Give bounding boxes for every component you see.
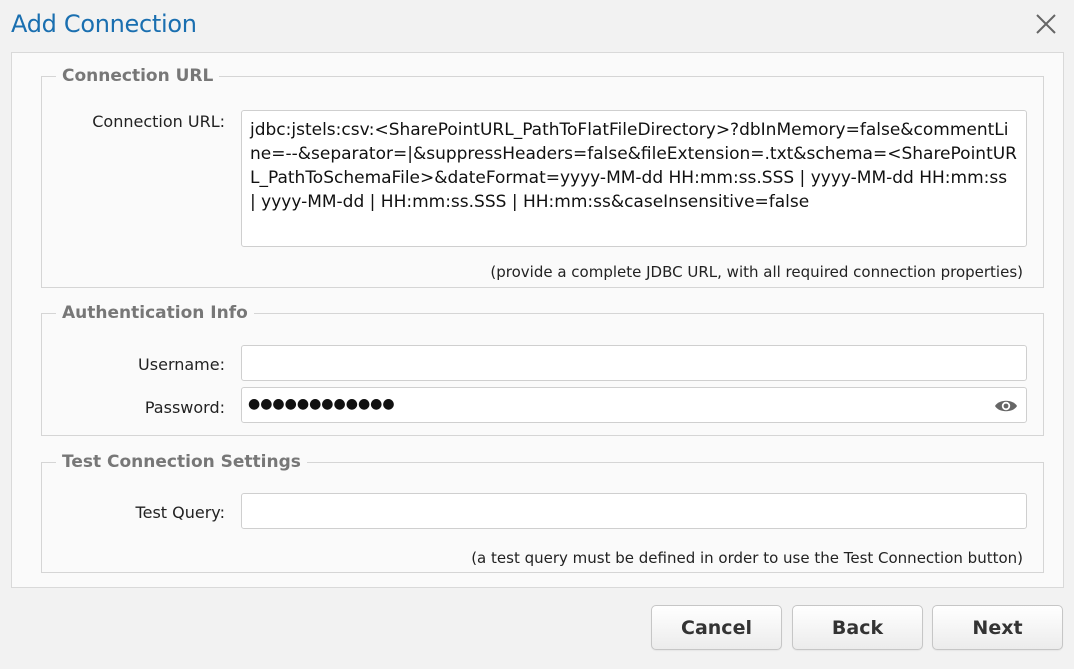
connection-url-label: Connection URL: bbox=[92, 112, 225, 131]
test-query-hint: (a test query must be defined in order t… bbox=[471, 549, 1023, 567]
test-connection-legend: Test Connection Settings bbox=[62, 452, 301, 472]
username-field[interactable] bbox=[241, 345, 1027, 381]
back-button[interactable]: Back bbox=[792, 605, 923, 650]
password-label: Password: bbox=[144, 398, 225, 417]
authentication-section: Authentication Info Username: Password: … bbox=[41, 303, 1044, 436]
eye-icon[interactable] bbox=[994, 397, 1018, 415]
connection-url-section: Connection URL Connection URL: jdbc:jste… bbox=[41, 66, 1044, 288]
username-label: Username: bbox=[138, 355, 225, 374]
connection-url-hint: (provide a complete JDBC URL, with all r… bbox=[490, 263, 1023, 281]
test-connection-section: Test Connection Settings Test Query: (a … bbox=[41, 452, 1044, 573]
password-field[interactable]: ●●●●●●●●●●●● bbox=[241, 387, 1027, 423]
connection-form-panel: Connection URL Connection URL: jdbc:jste… bbox=[11, 52, 1064, 588]
test-query-label: Test Query: bbox=[135, 503, 225, 522]
next-button[interactable]: Next bbox=[932, 605, 1063, 650]
test-query-field[interactable] bbox=[241, 493, 1027, 529]
authentication-legend: Authentication Info bbox=[62, 303, 248, 323]
password-mask: ●●●●●●●●●●●● bbox=[248, 396, 395, 412]
dialog-title: Add Connection bbox=[11, 10, 197, 38]
add-connection-dialog: Add Connection Connection URL Connection… bbox=[0, 0, 1074, 669]
close-icon[interactable] bbox=[1034, 12, 1058, 36]
connection-url-textarea[interactable]: jdbc:jstels:csv:<SharePointURL_PathToFla… bbox=[241, 110, 1027, 247]
connection-url-legend: Connection URL bbox=[62, 66, 214, 86]
cancel-button[interactable]: Cancel bbox=[651, 605, 782, 650]
